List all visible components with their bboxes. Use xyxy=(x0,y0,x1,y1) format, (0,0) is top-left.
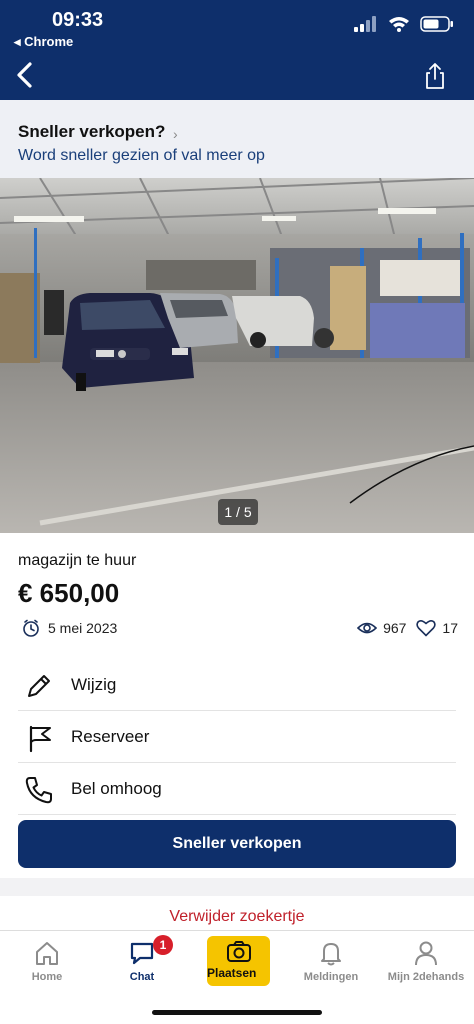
views-stat: 967 xyxy=(357,620,406,636)
home-indicator xyxy=(152,1010,322,1015)
bell-icon xyxy=(321,943,341,966)
eye-icon xyxy=(357,622,378,634)
tab-home[interactable]: Home xyxy=(2,939,92,991)
tab-notifications[interactable]: Meldingen xyxy=(286,939,376,991)
ad-title: magazijn te huur xyxy=(18,552,137,569)
promo-subtitle: Word sneller gezien of val meer op xyxy=(18,147,265,164)
sell-faster-button[interactable]: Sneller verkopen xyxy=(18,820,456,868)
phone-icon xyxy=(25,777,52,804)
flag-icon xyxy=(29,725,51,753)
ad-meta-row: 5 mei 2023 967 17 xyxy=(18,619,458,643)
battery-icon xyxy=(420,16,453,32)
promo-banner[interactable]: Sneller verkopen? › Word sneller gezien … xyxy=(0,100,474,178)
warehouse-photo-image xyxy=(0,178,474,533)
tab-place-ad-label: Plaatsen xyxy=(207,966,257,980)
user-icon xyxy=(415,941,437,966)
tab-notifications-label: Meldingen xyxy=(303,971,359,983)
back-to-app-link[interactable]: ◂ Chrome xyxy=(14,34,73,50)
chat-icon xyxy=(130,942,154,965)
favorites-stat: 17 xyxy=(416,619,458,637)
bump-action[interactable]: Bel omhoog xyxy=(18,763,456,815)
tab-chat-label: Chat xyxy=(129,971,155,983)
reserve-action[interactable]: Reserveer xyxy=(18,711,456,763)
clock-icon xyxy=(23,619,39,637)
home-icon xyxy=(36,942,58,965)
tab-my-account-label: Mijn 2dehands xyxy=(387,971,465,983)
delete-ad-link[interactable]: Verwijder zoekertje xyxy=(0,908,474,926)
edit-action-label: Wijzig xyxy=(71,675,117,694)
heart-icon xyxy=(416,620,437,637)
navigation-bar xyxy=(0,52,474,100)
views-count: 967 xyxy=(383,620,407,636)
pencil-icon xyxy=(28,675,50,697)
tab-home-label: Home xyxy=(31,971,63,983)
reserve-action-label: Reserveer xyxy=(71,727,150,746)
tab-my-account[interactable]: Mijn 2dehands xyxy=(381,939,471,991)
tab-chat[interactable]: 1 Chat xyxy=(97,935,187,991)
bump-action-label: Bel omhoog xyxy=(71,779,162,798)
status-time: 09:33 xyxy=(52,9,104,31)
ad-details: magazijn te huur € 650,00 5 mei 2023 967 xyxy=(0,533,474,878)
favorites-count: 17 xyxy=(442,620,458,636)
tab-place-ad[interactable]: Plaatsen xyxy=(207,936,270,986)
edit-action[interactable]: Wijzig xyxy=(18,659,456,711)
chat-unread-badge: 1 xyxy=(153,935,173,955)
ad-price: € 650,00 xyxy=(18,578,120,608)
chevron-right-icon: › xyxy=(173,126,178,142)
ad-stats: 967 17 xyxy=(357,619,458,637)
share-icon[interactable] xyxy=(422,62,448,90)
status-icons xyxy=(354,16,454,32)
wifi-icon xyxy=(389,17,409,32)
signal-icon xyxy=(354,16,376,32)
ad-photo[interactable]: 1 / 5 xyxy=(0,178,474,533)
photo-counter: 1 / 5 xyxy=(218,499,258,525)
ad-date: 5 mei 2023 xyxy=(22,619,117,637)
chevron-left-icon[interactable] xyxy=(10,58,40,92)
bottom-tab-bar: Home 1 Chat Plaatsen Meldingen Mijn 2deh… xyxy=(0,930,474,1024)
status-bar: 09:33 ◂ Chrome xyxy=(0,0,474,52)
promo-title: Sneller verkopen? xyxy=(18,122,166,141)
camera-icon xyxy=(226,941,251,962)
ad-date-text: 5 mei 2023 xyxy=(48,620,118,636)
